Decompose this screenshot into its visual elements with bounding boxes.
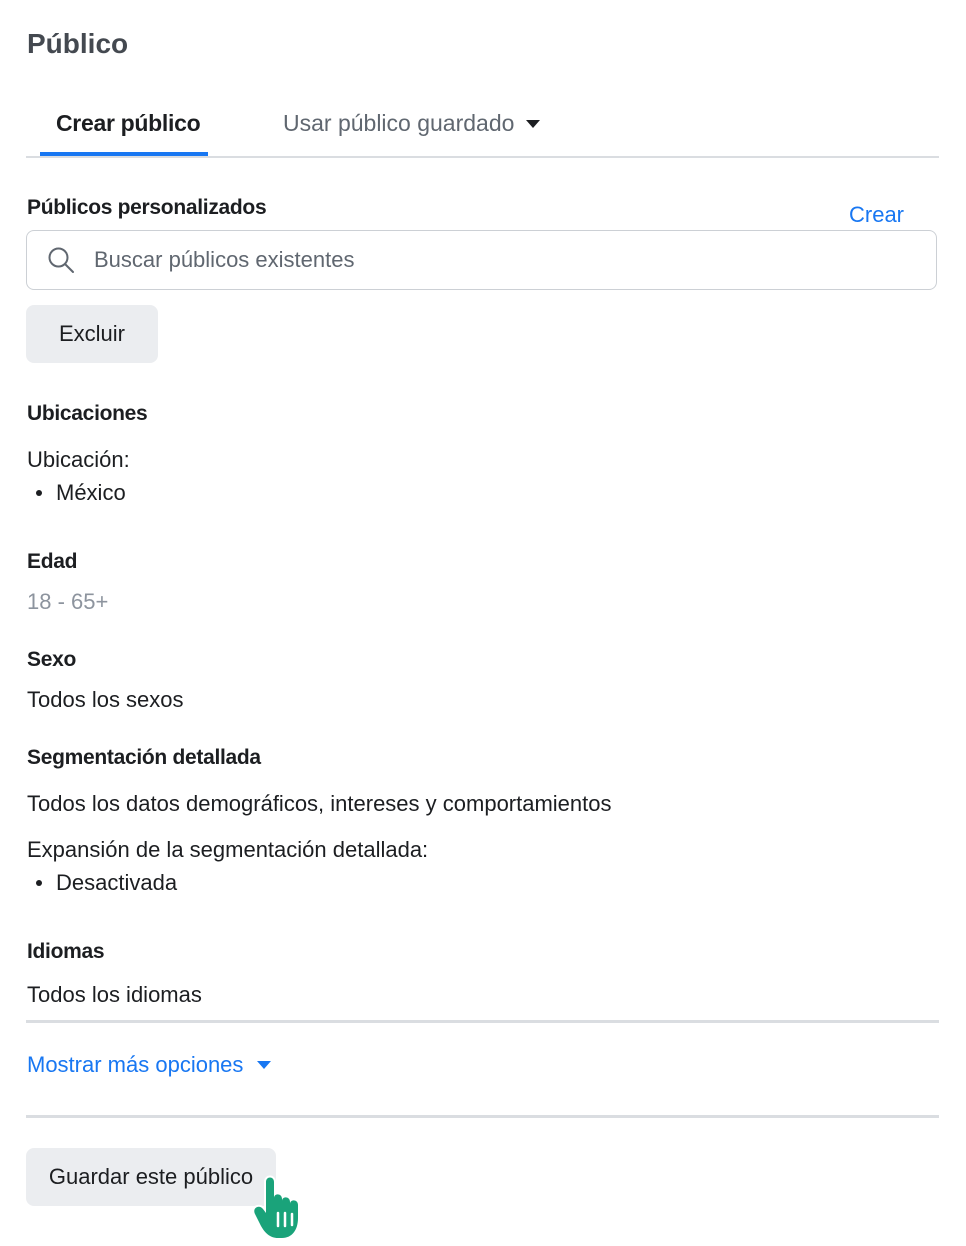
detailed-targeting-value: Todos los datos demográficos, intereses … bbox=[27, 791, 612, 816]
section-title: Público bbox=[27, 28, 129, 59]
list-item: México bbox=[27, 480, 126, 506]
tab-usar-publico-guardado[interactable]: Usar público guardado bbox=[283, 110, 541, 137]
divider bbox=[26, 1020, 939, 1023]
languages-value: Todos los idiomas bbox=[27, 982, 202, 1007]
languages-label: Idiomas bbox=[27, 940, 105, 963]
location-sub-label: Ubicación: bbox=[27, 447, 130, 472]
search-audiences-box[interactable] bbox=[26, 230, 937, 290]
age-label: Edad bbox=[27, 550, 78, 573]
save-audience-button[interactable]: Guardar este público bbox=[26, 1148, 276, 1206]
age-value: 18 - 65+ bbox=[27, 589, 109, 614]
gender-label: Sexo bbox=[27, 648, 76, 671]
chevron-down-icon bbox=[257, 1061, 272, 1069]
location-item: México bbox=[56, 480, 126, 505]
list-item: Desactivada bbox=[27, 870, 177, 896]
locations-label: Ubicaciones bbox=[27, 402, 148, 425]
bullet-icon bbox=[36, 490, 42, 496]
gender-value: Todos los sexos bbox=[27, 687, 184, 712]
detailed-expansion-item: Desactivada bbox=[56, 870, 178, 895]
detailed-expansion-label: Expansión de la segmentación detallada: bbox=[27, 837, 429, 862]
custom-audiences-label: Públicos personalizados bbox=[27, 196, 267, 219]
tabs-divider bbox=[26, 156, 939, 158]
tab-usar-publico-guardado-label: Usar público guardado bbox=[283, 110, 515, 136]
show-more-options-link[interactable]: Mostrar más opciones bbox=[27, 1052, 272, 1078]
search-icon bbox=[48, 247, 74, 273]
create-audience-link[interactable]: Crear bbox=[849, 202, 904, 228]
show-more-options-label: Mostrar más opciones bbox=[27, 1052, 244, 1077]
bullet-icon bbox=[36, 880, 42, 886]
search-audiences-input[interactable] bbox=[92, 246, 876, 274]
divider bbox=[26, 1115, 939, 1118]
detailed-targeting-label: Segmentación detallada bbox=[27, 746, 261, 769]
hand-pointer-icon bbox=[252, 1175, 300, 1240]
exclude-button[interactable]: Excluir bbox=[26, 305, 158, 363]
tab-crear-publico[interactable]: Crear público bbox=[56, 110, 201, 137]
chevron-down-icon bbox=[526, 119, 541, 128]
